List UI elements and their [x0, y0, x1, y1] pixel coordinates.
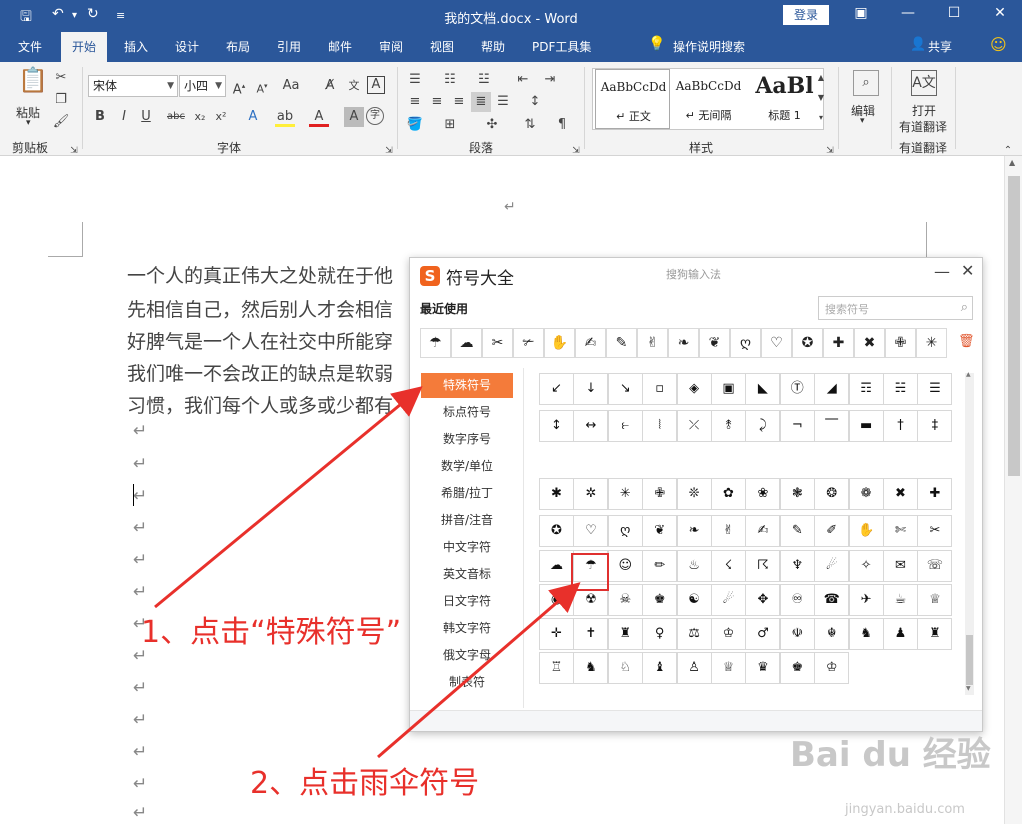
step2-annotation: 2、点击雨伞符号 [250, 766, 480, 801]
arrow-to-umbrella [377, 582, 581, 759]
watermark-url: jingyan.baidu.com [845, 802, 965, 817]
arrow-to-special-symbols [154, 386, 423, 609]
annotation-arrows [154, 386, 581, 759]
step1-annotation: 1、点击“特殊符号” [141, 615, 402, 650]
baidu-watermark: Bai du 经验 [790, 735, 991, 775]
